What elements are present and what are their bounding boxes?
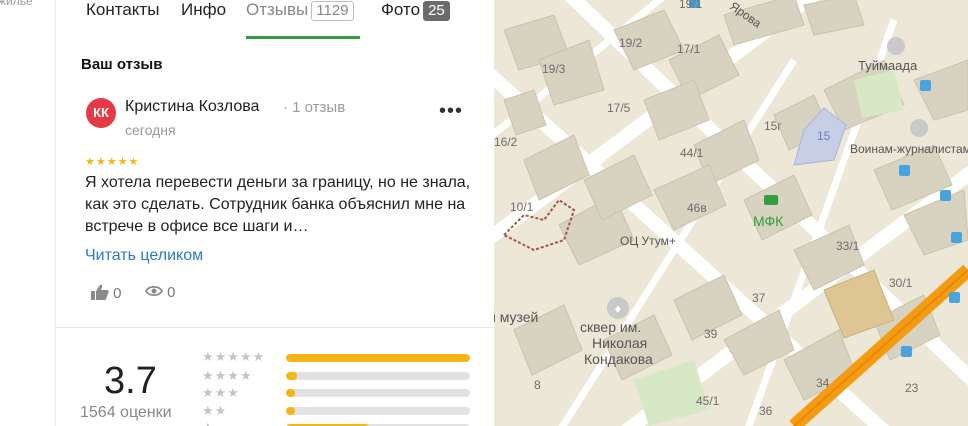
map-label: Николая — [592, 335, 647, 351]
section-divider — [56, 327, 494, 328]
map-canvas[interactable]: ♦ 19/1 19/2 17/1 19/3 17/5 15г 15 16/2 4… — [494, 0, 968, 426]
map-label: 15 — [817, 129, 831, 143]
rating-bar-5 — [286, 354, 470, 362]
review-stars: ★★★★★ — [85, 156, 140, 168]
like-count: 0 — [113, 285, 122, 302]
rating-bar-2 — [286, 407, 470, 415]
rating-bar-fill — [286, 389, 296, 397]
star-row-1: ★ — [202, 421, 215, 426]
rating-count: 1564 оценки — [80, 404, 172, 421]
overall-rating: 3.7 — [104, 360, 157, 402]
rating-bar-3 — [286, 389, 470, 397]
rating-bar-fill — [286, 372, 298, 380]
svg-text:♦: ♦ — [615, 301, 622, 316]
map-label: 19/2 — [619, 36, 643, 50]
rating-bar-fill — [286, 407, 296, 415]
thumbs-up-icon — [91, 284, 109, 300]
review-date: сегодня — [125, 122, 176, 138]
star-row-3: ★★★ — [202, 385, 240, 400]
reviews-count-badge: 1129 — [311, 1, 354, 21]
map-label: 34 — [816, 376, 830, 390]
map-label: 17/5 — [607, 101, 631, 115]
map-label: 17/1 — [677, 42, 701, 56]
views-count: 0 — [167, 284, 176, 301]
tab-contacts-label: Контакты — [86, 0, 160, 19]
review-author[interactable]: Кристина Козлова — [125, 98, 259, 116]
map-label: й музей — [494, 309, 538, 325]
map-label: 19/1 — [679, 0, 703, 11]
rating-bar-4 — [286, 372, 470, 380]
map-label: 19/3 — [542, 62, 566, 76]
left-strip-text: жилье — [0, 0, 33, 8]
map-label: ОЦ Утум+ — [620, 234, 676, 248]
section-title: Ваш отзыв — [81, 56, 163, 73]
tab-contacts[interactable]: Контакты — [86, 0, 159, 22]
map-label: 37 — [752, 291, 766, 305]
avatar[interactable]: КК — [86, 98, 116, 128]
star-row-4: ★★★★ — [202, 368, 253, 383]
review-text: Я хотела перевести деньги за границу, но… — [85, 174, 471, 235]
author-review-count: · 1 отзыв — [283, 99, 346, 116]
map-label: 45/1 — [696, 394, 720, 408]
views-counter: 0 — [144, 284, 176, 301]
map-label: Туймаада — [858, 58, 918, 73]
tab-info[interactable]: Инфо — [181, 0, 226, 22]
tab-photos-label: Фото — [381, 0, 421, 19]
star-row-2: ★★ — [202, 403, 228, 418]
map-label: 15г — [764, 119, 782, 133]
map-label: Кондакова — [584, 351, 653, 367]
map-label: 36 — [759, 404, 773, 418]
map-label: 30/1 — [889, 276, 913, 290]
map-label: 33/1 — [836, 239, 860, 253]
like-button[interactable]: 0 — [91, 284, 122, 302]
map-label: 23 — [905, 381, 919, 395]
rating-bar-fill — [286, 354, 470, 362]
left-strip: жилье — [0, 0, 56, 426]
photos-count-badge: 25 — [423, 1, 450, 21]
map-label: 39 — [704, 327, 718, 341]
tab-bar: Контакты Инфо Отзывы 1129 Фото 25 — [56, 0, 494, 40]
active-tab-indicator — [246, 36, 360, 39]
star-row-5: ★★★★★ — [202, 349, 266, 364]
map-label: 44/1 — [680, 146, 704, 160]
read-more-link[interactable]: Читать целиком — [85, 247, 203, 265]
map-label: 8 — [534, 378, 541, 392]
map-label: сквер им. — [580, 319, 641, 335]
tab-reviews-label: Отзывы — [246, 0, 309, 19]
map-label: 16/2 — [494, 135, 518, 149]
map-view[interactable]: ♦ 19/1 19/2 17/1 19/3 17/5 15г 15 16/2 4… — [494, 0, 968, 426]
tab-photos[interactable]: Фото 25 — [381, 0, 450, 22]
tab-info-label: Инфо — [181, 0, 227, 19]
tab-reviews[interactable]: Отзывы 1129 — [246, 0, 354, 22]
map-label: 10/1 — [510, 200, 534, 214]
eye-icon — [144, 285, 164, 297]
map-label: МФК — [753, 213, 784, 229]
org-panel: Контакты Инфо Отзывы 1129 Фото 25 Ваш отзы… — [56, 0, 494, 426]
more-dots-icon[interactable]: ••• — [439, 100, 463, 123]
map-label: Воинам-журналистам — [850, 142, 968, 156]
map-label: 46в — [687, 201, 707, 215]
